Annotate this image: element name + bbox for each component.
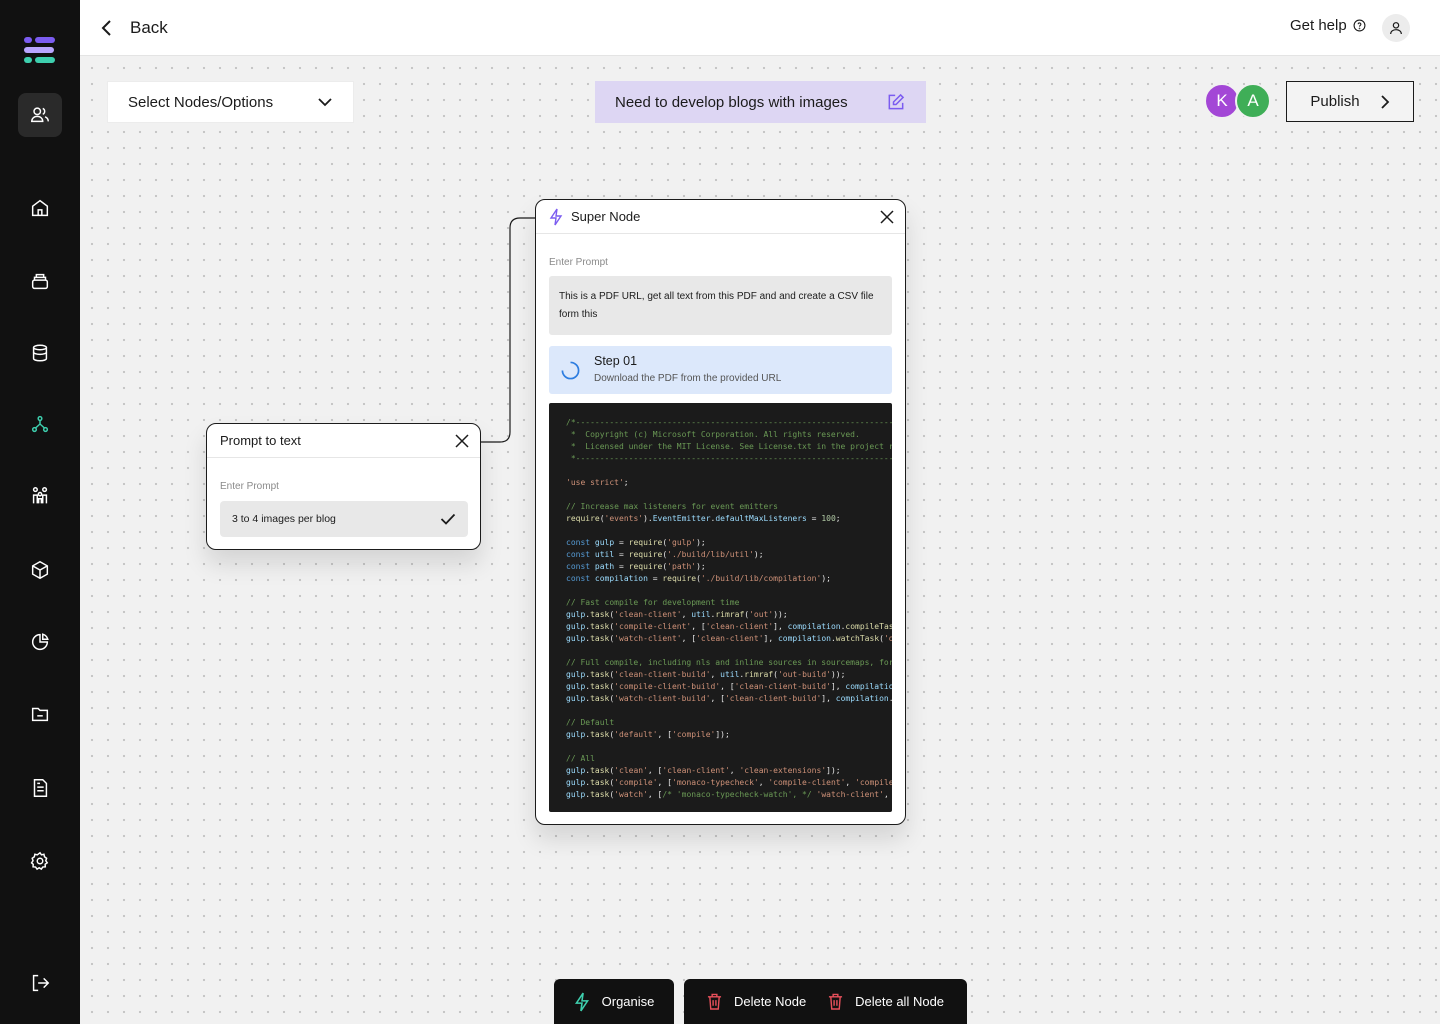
- delete-node-label: Delete Node: [733, 994, 807, 1009]
- delete-all-node-label: Delete all Node: [855, 994, 945, 1009]
- settings-icon: [30, 851, 49, 871]
- trash-icon: [829, 993, 843, 1010]
- node-title: Super Node: [571, 209, 641, 224]
- delete-all-node-button[interactable]: Delete all Node: [828, 993, 944, 1010]
- edit-icon[interactable]: [886, 92, 906, 112]
- organise-button[interactable]: Organise: [554, 979, 674, 1024]
- workflow-prompt-banner: Need to develop blogs with images: [595, 81, 926, 123]
- close-icon[interactable]: [454, 433, 470, 449]
- loading-spinner-icon: [561, 361, 580, 380]
- select-nodes-label: Select Nodes/Options: [128, 93, 274, 111]
- topbar: Back Get help: [80, 0, 1440, 56]
- sidebar-item-layers[interactable]: [18, 259, 62, 303]
- logout-button[interactable]: [18, 961, 62, 1005]
- prompt-input[interactable]: 3 to 4 images per blog: [220, 501, 468, 537]
- sidebar-item-database[interactable]: [18, 331, 62, 375]
- cube-icon: [31, 560, 49, 580]
- sidebar-item-cube[interactable]: [18, 548, 62, 592]
- app-logo[interactable]: [22, 35, 56, 67]
- prompt-input-value: 3 to 4 images per blog: [232, 513, 336, 525]
- document-icon: [33, 779, 48, 797]
- pie-chart-icon: [31, 633, 49, 651]
- sidebar-item-files[interactable]: [18, 692, 62, 736]
- step-description: Download the PDF from the provided URL: [594, 373, 782, 384]
- sidebar-item-users[interactable]: [18, 93, 62, 137]
- node-header[interactable]: Super Node: [536, 200, 905, 234]
- lightning-icon: [549, 208, 563, 225]
- node-header[interactable]: Prompt to text: [207, 424, 480, 458]
- workflow-prompt-text: Need to develop blogs with images: [615, 93, 848, 111]
- workflow-icon: [31, 415, 49, 433]
- publish-label: Publish: [1310, 93, 1360, 110]
- users-icon: [31, 107, 49, 123]
- folder-icon: [31, 707, 49, 722]
- sidebar: [0, 0, 80, 1024]
- user-profile-button[interactable]: [1382, 14, 1410, 42]
- chevron-right-icon: [1380, 94, 1389, 109]
- code-output[interactable]: /*--------------------------------------…: [549, 403, 892, 812]
- sidebar-item-team[interactable]: [18, 474, 62, 518]
- delete-node-button[interactable]: Delete Node: [707, 993, 806, 1010]
- close-icon[interactable]: [879, 209, 895, 225]
- super-node[interactable]: Super Node Enter Prompt This is a PDF UR…: [535, 199, 906, 825]
- prompt-to-text-node[interactable]: Prompt to text Enter Prompt 3 to 4 image…: [206, 423, 481, 550]
- check-icon[interactable]: [440, 513, 456, 525]
- user-icon: [1390, 22, 1402, 35]
- trash-icon: [707, 993, 722, 1010]
- sidebar-item-home[interactable]: [18, 186, 62, 230]
- publish-button[interactable]: Publish: [1286, 81, 1414, 122]
- collaborator-avatars: K A: [1204, 83, 1272, 119]
- prompt-field-label: Enter Prompt: [549, 257, 608, 268]
- logout-icon: [32, 974, 50, 992]
- chevron-down-icon: [318, 98, 332, 107]
- prompt-textarea[interactable]: This is a PDF URL, get all text from thi…: [549, 276, 892, 335]
- step-status: Step 01 Download the PDF from the provid…: [549, 346, 892, 394]
- delete-toolbar: Delete Node Delete all Node: [684, 979, 967, 1024]
- layers-icon: [31, 273, 49, 290]
- database-icon: [32, 344, 48, 362]
- sidebar-item-documents[interactable]: [18, 766, 62, 810]
- organise-label: Organise: [601, 994, 655, 1009]
- select-nodes-dropdown[interactable]: Select Nodes/Options: [107, 81, 354, 123]
- node-title: Prompt to text: [220, 433, 301, 448]
- help-circle-icon: [1353, 19, 1366, 32]
- chevron-left-icon: [101, 20, 111, 36]
- lightning-icon: [574, 992, 589, 1011]
- sidebar-item-workflow[interactable]: [18, 402, 62, 446]
- avatar[interactable]: A: [1235, 83, 1271, 119]
- team-icon: [32, 487, 48, 504]
- help-label: Get help: [1290, 17, 1347, 34]
- back-button[interactable]: Back: [100, 14, 168, 42]
- home-icon: [31, 199, 49, 217]
- sidebar-item-settings[interactable]: [18, 839, 62, 883]
- get-help-link[interactable]: Get help: [1290, 17, 1366, 34]
- prompt-field-label: Enter Prompt: [220, 481, 279, 492]
- step-title: Step 01: [594, 354, 638, 368]
- back-label: Back: [130, 18, 168, 37]
- sidebar-item-analytics[interactable]: [18, 620, 62, 664]
